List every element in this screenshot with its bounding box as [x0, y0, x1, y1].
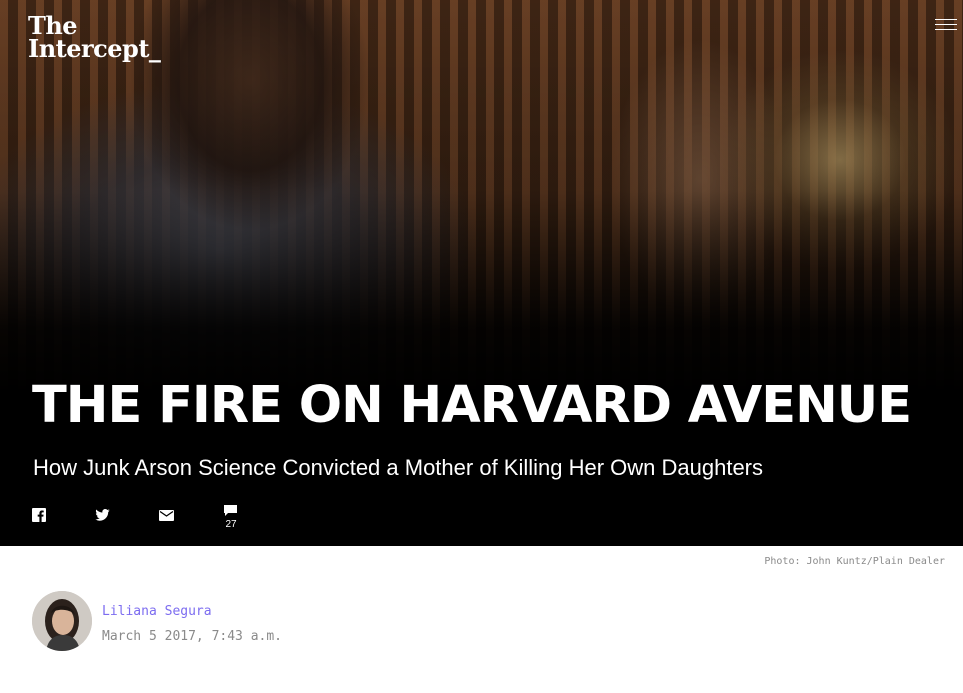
- author-avatar[interactable]: [32, 591, 92, 651]
- hero-section: The Intercept_ THE FIRE ON HARVARD AVENU…: [0, 0, 963, 546]
- email-share-button[interactable]: [153, 505, 181, 533]
- comment-count: 27: [225, 519, 237, 530]
- site-logo[interactable]: The Intercept_: [28, 14, 161, 63]
- comments-button[interactable]: 27: [217, 505, 245, 533]
- publication-date: March 5 2017, 7:43 a.m.: [102, 629, 283, 644]
- photo-credit: Photo: John Kuntz/Plain Dealer: [764, 556, 945, 567]
- article-dek: How Junk Arson Science Convicted a Mothe…: [33, 455, 764, 480]
- author-name-link[interactable]: Liliana Segura: [102, 603, 212, 620]
- author-portrait: [32, 591, 92, 651]
- facebook-icon: [32, 508, 46, 522]
- comment-icon: [224, 505, 237, 516]
- facebook-share-button[interactable]: [25, 505, 53, 533]
- share-bar: 27: [0, 505, 300, 533]
- article-headline: THE FIRE ON HARVARD AVENUE: [32, 376, 912, 435]
- byline: Liliana Segura March 5 2017, 7:43 a.m.: [32, 591, 432, 651]
- logo-line-2: Intercept_: [28, 34, 161, 63]
- twitter-share-button[interactable]: [89, 505, 117, 533]
- email-icon: [159, 510, 174, 521]
- hamburger-menu-icon[interactable]: [935, 19, 957, 33]
- twitter-icon: [95, 509, 110, 521]
